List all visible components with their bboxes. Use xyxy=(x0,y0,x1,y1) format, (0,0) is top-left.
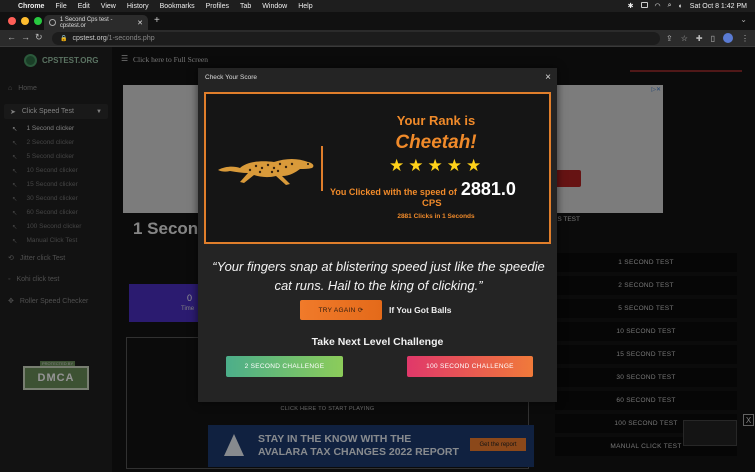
extensions-puzzle-icon[interactable]: ✚ xyxy=(696,34,703,43)
back-arrow-icon[interactable]: ← xyxy=(7,32,16,42)
bluetooth-icon[interactable]: ✱ xyxy=(628,2,634,10)
sidepanel-icon[interactable]: ▯ xyxy=(711,34,715,43)
try-again-row: TRY AGAIN ⟳ If You Got Balls xyxy=(300,300,452,320)
cheetah-icon xyxy=(218,159,314,185)
tab-title: 1 Second Cps test - cpstest.or xyxy=(59,16,113,29)
url-path: /1-seconds.php xyxy=(106,35,155,42)
menu-chrome[interactable]: Chrome xyxy=(18,3,44,10)
menu-profiles[interactable]: Profiles xyxy=(206,3,229,10)
quote-line: cat runs. Hail to the king of clicking.” xyxy=(274,278,483,293)
star-icon: ★ xyxy=(446,156,462,175)
menu-tab[interactable]: Tab xyxy=(240,3,251,10)
menu-help[interactable]: Help xyxy=(298,3,312,10)
control-center-icon[interactable]: ◐ xyxy=(679,3,683,10)
hundred-second-challenge-button[interactable]: 100 SECOND CHALLENGE xyxy=(407,356,533,377)
next-challenge-title: Take Next Level Challenge xyxy=(311,336,444,348)
tab-search-chevron-icon[interactable]: ⌄ xyxy=(740,15,747,24)
menu-view[interactable]: View xyxy=(101,3,116,10)
status-icons: ✱ ◠ ⌕ ◐ Sat Oct 8 1:42 PM xyxy=(628,0,747,12)
cps-unit: CPS xyxy=(422,198,442,209)
score-modal: Check Your Score × Your Rank is Cheetah!… xyxy=(198,68,557,402)
menu-window[interactable]: Window xyxy=(262,3,287,10)
share-icon[interactable]: ⇪ xyxy=(666,34,673,43)
battery-icon[interactable] xyxy=(640,2,648,10)
speed-text: You Clicked with the speed of xyxy=(330,187,457,197)
menu-bookmarks[interactable]: Bookmarks xyxy=(160,3,195,10)
rank-quote: “Your fingers snap at blistering speed j… xyxy=(200,257,557,295)
clicks-summary: 2881 Clicks in 1 Seconds xyxy=(397,213,475,220)
two-second-challenge-button[interactable]: 2 SECOND CHALLENGE xyxy=(226,356,343,377)
forward-arrow-icon[interactable]: → xyxy=(21,32,30,42)
url-bar[interactable]: 🔒 cpstest.org/1-seconds.php xyxy=(52,32,660,45)
zoom-window-button[interactable] xyxy=(34,17,42,25)
tab-favicon-icon xyxy=(49,19,56,26)
menu-history[interactable]: History xyxy=(127,3,149,10)
close-window-button[interactable] xyxy=(8,17,16,25)
wifi-icon[interactable]: ◠ xyxy=(655,2,661,10)
mac-menubar: Chrome File Edit View History Bookmarks … xyxy=(0,0,755,12)
bookmark-star-icon[interactable]: ☆ xyxy=(681,34,688,43)
star-icon: ★ xyxy=(427,156,443,175)
window-controls xyxy=(8,17,42,25)
new-tab-icon[interactable]: + xyxy=(154,15,160,26)
score-card: Your Rank is Cheetah! ★ ★ ★ ★ ★ You Clic… xyxy=(204,92,551,244)
more-menu-icon[interactable]: ⋮ xyxy=(741,34,749,43)
minimize-window-button[interactable] xyxy=(21,17,29,25)
star-icon: ★ xyxy=(408,156,424,175)
url-domain: cpstest.org xyxy=(72,35,107,42)
close-icon[interactable]: × xyxy=(545,72,551,83)
star-icon: ★ xyxy=(389,156,405,175)
modal-title: Check Your Score xyxy=(205,74,258,81)
profile-avatar[interactable] xyxy=(723,33,733,43)
rating-stars: ★ ★ ★ ★ ★ xyxy=(389,157,481,174)
try-again-button[interactable]: TRY AGAIN ⟳ xyxy=(300,300,382,320)
reload-icon[interactable]: ↻ xyxy=(35,32,43,43)
menu-edit[interactable]: Edit xyxy=(78,3,90,10)
clock-text[interactable]: Sat Oct 8 1:42 PM xyxy=(690,3,747,10)
search-icon[interactable]: ⌕ xyxy=(668,2,672,10)
cps-value: 2881.0 xyxy=(460,179,516,199)
lock-icon[interactable]: 🔒 xyxy=(60,35,67,42)
menu-file[interactable]: File xyxy=(55,3,66,10)
rank-label: Your Rank is xyxy=(396,113,476,128)
toolbar-icons: ⇪ ☆ ✚ ▯ ⋮ xyxy=(666,33,749,43)
quote-line: “Your fingers snap at blistering speed j… xyxy=(212,259,545,274)
star-icon: ★ xyxy=(466,156,482,175)
balls-text: If You Got Balls xyxy=(389,305,452,315)
tab-close-icon[interactable]: ✕ xyxy=(137,19,143,27)
rank-value: Cheetah! xyxy=(395,132,477,153)
browser-tab[interactable]: 1 Second Cps test - cpstest.or ✕ xyxy=(44,15,148,30)
card-divider xyxy=(321,146,323,191)
tab-bar: 1 Second Cps test - cpstest.or ✕ + ⌄ xyxy=(0,12,755,30)
speed-row: You Clicked with the speed of 2881.0 xyxy=(330,179,516,200)
address-toolbar: ← → ↻ 🔒 cpstest.org/1-seconds.php ⇪ ☆ ✚ … xyxy=(0,30,755,47)
